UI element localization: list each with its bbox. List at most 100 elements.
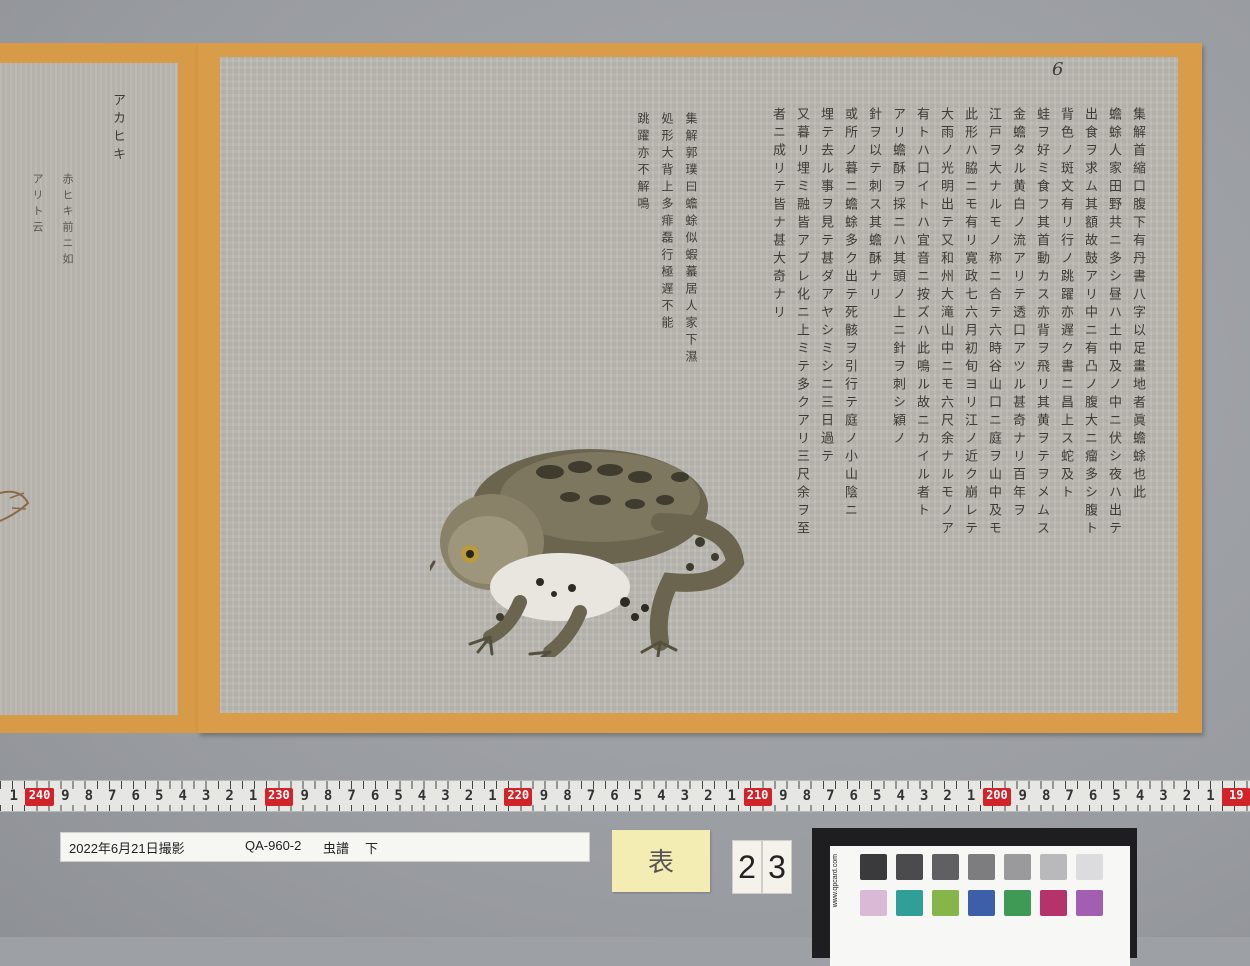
- ruler-digit: 2: [225, 788, 234, 804]
- ruler-digit: 7: [347, 788, 356, 804]
- color-swatch: [968, 854, 995, 880]
- ruler-digit: 6: [849, 788, 858, 804]
- text-column: 或所ノ暮ニ蟾蜍多ク出テ死骸ヲ引行テ庭ノ小山陰ニ: [842, 107, 857, 521]
- ruler-digit: 2: [943, 788, 952, 804]
- text-column: 此形ハ脇ニモ有リ寛政七六月初旬ヨリ江ノ近ク崩レテ: [962, 107, 977, 539]
- text-column: 集解首縮口腹下有丹書八字以足畫地者眞蟾蜍也此: [1130, 107, 1145, 503]
- text-column: 金蟾タル黄白ノ流アリテ透口アツル甚奇ナリ百年ヲ: [1010, 107, 1025, 521]
- ruler-digit: 6: [370, 788, 380, 804]
- number-card: 2: [732, 840, 762, 894]
- text-column: 埋テ去ル事ヲ見テ甚ダアヤシミシニ三日過テ: [818, 107, 833, 467]
- ruler-digit: 8: [563, 788, 572, 804]
- color-swatch: [932, 890, 959, 916]
- text-column: 有トハ口イトハ宜音ニ按ズハ此鳴ル故ニカイル者ト: [914, 107, 929, 521]
- left-paper: アカヒキ 赤ヒキ前ニ如 アリト云: [0, 63, 178, 715]
- text-column: 江戸ヲ大ナルモノ称ニ合テ六時谷山口ニ庭ヲ山中及モ: [986, 107, 1001, 539]
- color-swatch: [932, 854, 959, 880]
- ruler-digit: 9: [61, 788, 70, 804]
- ruler-digit: 9: [1018, 788, 1027, 804]
- ruler-digit: 3: [680, 788, 690, 804]
- ruler-digit: 200: [982, 788, 1011, 806]
- ruler-digit: 3: [201, 788, 211, 804]
- measuring-ruler: 1 240 9 8 7 6 5 4 3 2 1 230 9 8 7 6 5 4 3 2 1 220 9 8 7 6 5 4 3 2 1 210…: [0, 780, 1250, 812]
- color-swatch: [1076, 854, 1103, 880]
- ruler-digit: 8: [84, 788, 94, 804]
- ruler-digit: 2: [704, 788, 713, 804]
- ruler-digit: 1: [1206, 788, 1215, 804]
- ruler-digit: 210: [743, 788, 772, 806]
- scroll-panel-main: 6 集解首縮口腹下有丹書八字以足畫地者眞蟾蜍也此 蟾蜍人家田野共ニ多シ昼ハ土中及…: [198, 43, 1202, 733]
- ruler-digits: 1 240 9 8 7 6 5 4 3 2 1 230 9 8 7 6 5 4 3 2 1 220 9 8 7 6 5 4 3 2 1 210…: [2, 788, 1250, 806]
- ruler-digit: 8: [1041, 788, 1051, 804]
- ruler-digit: 1: [727, 788, 736, 804]
- catalog-label: 2022年6月21日撮影 QA-960-2 虫譜 下: [60, 832, 590, 862]
- text-column: 背色ノ斑文有リ行ノ跳躍亦遅ク書ニ昌上ス蛇及ト: [1058, 107, 1073, 503]
- ruler-digit: 4: [657, 788, 666, 804]
- ruler-digit: 5: [154, 788, 164, 804]
- ruler-digit: 6: [610, 788, 619, 804]
- left-col-2: 赤ヒキ前ニ如: [61, 173, 74, 269]
- ruler-digit: 4: [178, 788, 187, 804]
- ruler-digit: 9: [300, 788, 309, 804]
- color-swatch: [1040, 854, 1067, 880]
- sticky-note-text: 表: [648, 848, 675, 878]
- text-column: 出食ヲ求ム其額故鼓アリ中ニ有凸ノ腹大ニ瘤多シ腹ト: [1082, 107, 1097, 539]
- color-swatch: [968, 890, 995, 916]
- text-column: 処形大背上多痱磊行極遅不能: [660, 112, 674, 333]
- text-column: 跳躍亦不解鳴: [636, 112, 650, 214]
- ruler-digit: 4: [1135, 788, 1145, 804]
- text-column: 集解郭璞曰蟾蜍似蝦蟇居人家下濕: [684, 112, 698, 367]
- ruler-digit: 7: [108, 788, 117, 804]
- text-column: アリ蟾酥ヲ採ニハ其頭ノ上ニ針ヲ刺シ穎ノ: [890, 107, 905, 449]
- ruler-digit: 2: [1182, 788, 1192, 804]
- left-col-3: アリト云: [31, 173, 44, 237]
- ruler-digit: 4: [417, 788, 427, 804]
- label-volume: 下: [365, 841, 379, 856]
- ruler-digit: 7: [1065, 788, 1074, 804]
- label-code: QA-960-2: [245, 838, 302, 853]
- left-title: アカヒキ: [110, 93, 125, 165]
- text-column: 蟾蜍人家田野共ニ多シ昼ハ土中及ノ中ニ伏シ夜ハ出テ: [1106, 107, 1121, 539]
- ruler-digit: 230: [264, 788, 293, 806]
- label-date: 2022年6月21日撮影: [69, 841, 185, 856]
- ruler-digit: 5: [633, 788, 643, 804]
- ruler-digit: 7: [586, 788, 596, 804]
- ruler-digit: 5: [394, 788, 403, 804]
- color-swatch: [896, 854, 923, 880]
- ruler-digit: 3: [919, 788, 929, 804]
- text-column: 又暮リ埋ミ融皆アブレ化ニ上ミテ多クアリ三尺余ヲ至: [794, 107, 809, 539]
- main-paper: 6 集解首縮口腹下有丹書八字以足畫地者眞蟾蜍也此 蟾蜍人家田野共ニ多シ昼ハ土中及…: [220, 57, 1178, 713]
- ruler-digit: 3: [1159, 788, 1168, 804]
- color-swatch: [1004, 854, 1031, 880]
- ruler-digit: 240: [25, 788, 54, 806]
- ruler-digit: 1: [966, 788, 976, 804]
- toad-illustration: [430, 449, 745, 657]
- ruler-digit: 6: [131, 788, 140, 804]
- ruler-digit: 8: [323, 788, 333, 804]
- ruler-digit: 3: [441, 788, 450, 804]
- scroll-panel-left: アカヒキ 赤ヒキ前ニ如 アリト云: [0, 43, 200, 733]
- ruler-digit: 1: [248, 788, 258, 804]
- label-title: 虫譜: [323, 841, 350, 856]
- ruler-digit: 5: [1112, 788, 1121, 804]
- ruler-digit: 1: [9, 788, 18, 804]
- color-card-face: www.qpcard.com: [830, 846, 1130, 966]
- color-calibration-card: www.qpcard.com: [812, 828, 1137, 966]
- color-swatch: [1004, 890, 1031, 916]
- sticky-note: 表: [612, 830, 710, 892]
- color-swatch: [1040, 890, 1067, 916]
- color-swatch: [1076, 890, 1103, 916]
- ruler-digit: 8: [802, 788, 812, 804]
- ruler-digit: 9: [779, 788, 788, 804]
- ruler-digit: 5: [873, 788, 882, 804]
- text-column: 蛙ヲ好ミ食フ其首動カス亦背ヲ飛リ其黄ヲテヲメムス: [1034, 107, 1049, 539]
- color-swatch: [896, 890, 923, 916]
- text-column: 者ニ成リテ皆ナ甚大奇ナリ: [770, 107, 785, 323]
- folio-mark: 6: [1052, 59, 1064, 80]
- ruler-digit: 9: [539, 788, 549, 804]
- ruler-digit: 2: [464, 788, 474, 804]
- color-swatch: [860, 890, 887, 916]
- color-swatch: [860, 854, 887, 880]
- ruler-digit: 4: [896, 788, 905, 804]
- text-column: 大雨ノ光明出テ又和州大滝山中ニモ六尺余ナルモノア: [938, 107, 953, 539]
